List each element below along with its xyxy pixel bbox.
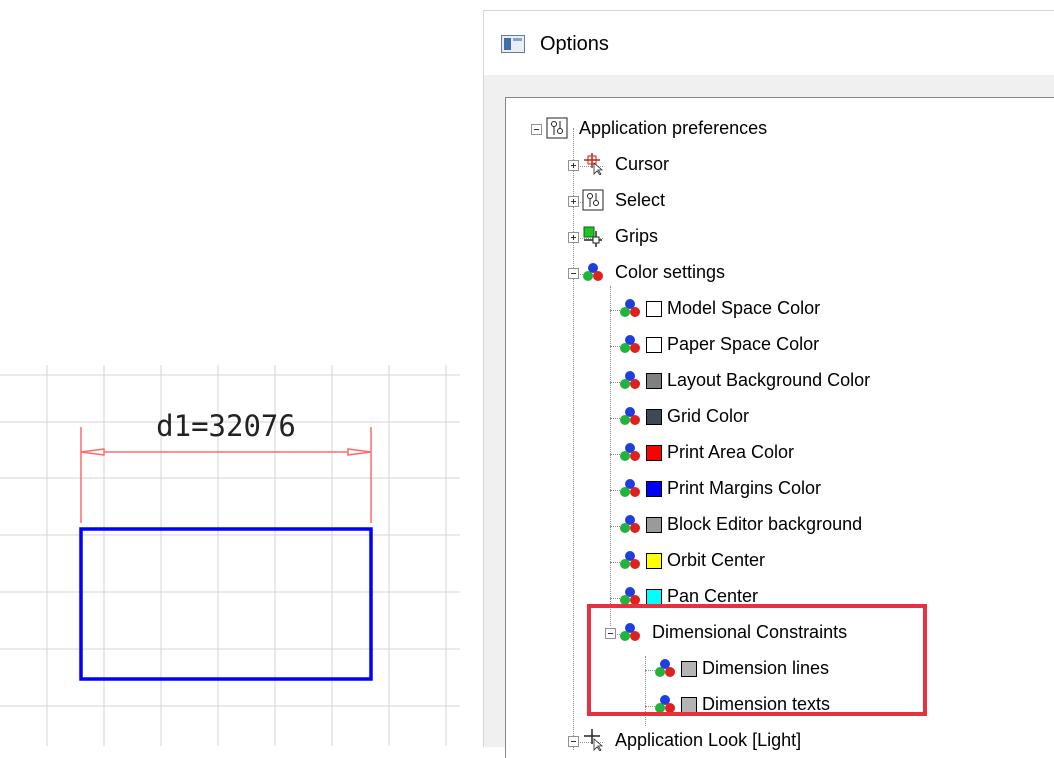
- swatch-layout-background: [646, 373, 662, 389]
- color-circles-icon: [620, 407, 640, 425]
- blue-rectangle[interactable]: [79, 527, 373, 681]
- tree-item-grid-color[interactable]: Grid Color: [667, 406, 749, 427]
- drawing-canvas[interactable]: d1=32076: [0, 365, 460, 746]
- swatch-paper-space: [646, 337, 662, 353]
- title-bar: Options: [484, 11, 1054, 75]
- color-circles-icon: [620, 299, 640, 317]
- drawing-area: d1=32076: [0, 365, 460, 746]
- tree-item-paper-space-color[interactable]: Paper Space Color: [667, 334, 819, 355]
- tree-item-select[interactable]: Select: [615, 190, 665, 211]
- expander-application-preferences[interactable]: [531, 124, 542, 135]
- expander-application-look[interactable]: [568, 736, 579, 747]
- cursor-crosshair-icon: [584, 153, 604, 175]
- tree-item-grips[interactable]: Grips: [615, 226, 658, 247]
- color-circles-icon: [620, 551, 640, 569]
- highlight-box: [587, 604, 927, 716]
- color-circles-icon: [620, 515, 640, 533]
- dimension-text: d1=32076: [156, 409, 296, 443]
- tree-item-block-editor-background[interactable]: Block Editor background: [667, 514, 862, 535]
- expander-color-settings[interactable]: [568, 268, 579, 279]
- color-circles-icon: [620, 443, 640, 461]
- tree-item-print-margins-color[interactable]: Print Margins Color: [667, 478, 821, 499]
- settings-sliders-icon: [546, 117, 568, 139]
- tree-item-application-look[interactable]: Application Look [Light]: [615, 730, 801, 751]
- tree-item-color-settings[interactable]: Color settings: [615, 262, 725, 283]
- swatch-block-editor: [646, 517, 662, 533]
- cursor-crosshair-icon: [584, 729, 604, 751]
- grips-icon: [583, 226, 602, 247]
- swatch-grid: [646, 409, 662, 425]
- expander-grips[interactable]: [568, 232, 579, 243]
- tree-item-cursor[interactable]: Cursor: [615, 154, 669, 175]
- tree-item-application-preferences[interactable]: Application preferences: [579, 118, 767, 139]
- tree-item-model-space-color[interactable]: Model Space Color: [667, 298, 820, 319]
- swatch-model-space: [646, 301, 662, 317]
- dialog-title: Options: [540, 33, 609, 55]
- tree-item-print-area-color[interactable]: Print Area Color: [667, 442, 794, 463]
- color-circles-icon: [620, 335, 640, 353]
- color-circles-icon: [620, 371, 640, 389]
- tree-item-layout-background-color[interactable]: Layout Background Color: [667, 370, 870, 391]
- color-circles-icon: [620, 479, 640, 497]
- expander-select[interactable]: [568, 196, 579, 207]
- swatch-print-area: [646, 445, 662, 461]
- window-icon: [501, 35, 525, 53]
- expander-cursor[interactable]: [568, 160, 579, 171]
- settings-sliders-icon: [582, 189, 604, 211]
- tree-item-orbit-center[interactable]: Orbit Center: [667, 550, 765, 571]
- color-circles-icon: [583, 263, 603, 281]
- swatch-orbit-center: [646, 553, 662, 569]
- swatch-print-margins: [646, 481, 662, 497]
- swatch-pan-center: [646, 589, 662, 605]
